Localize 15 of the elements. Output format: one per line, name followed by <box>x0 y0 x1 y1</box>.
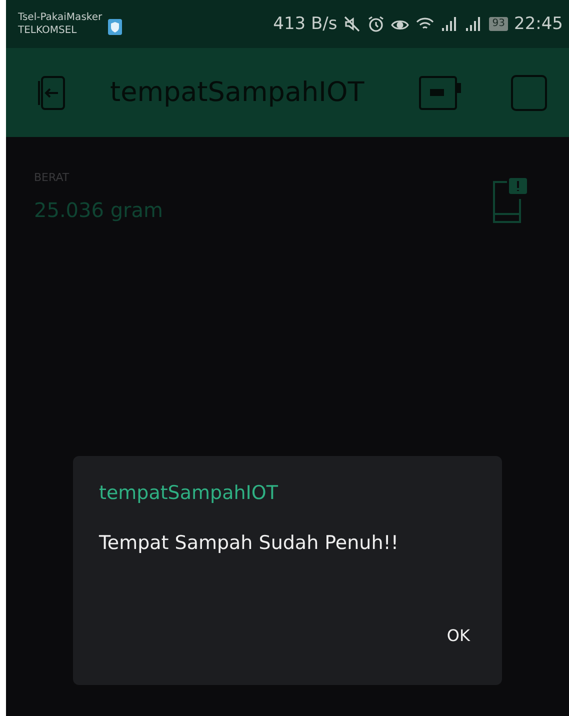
square-icon[interactable] <box>511 74 547 110</box>
shield-icon <box>108 19 122 35</box>
dialog-message: Tempat Sampah Sudah Penuh!! <box>99 532 400 554</box>
dialog-title: tempatSampahIOT <box>99 482 279 504</box>
alarm-icon <box>367 15 386 33</box>
battery-level: 93 <box>489 17 508 31</box>
ok-button[interactable]: OK <box>438 622 478 649</box>
weight-value: 25.036 gram <box>34 198 163 222</box>
device-icon[interactable] <box>419 76 461 110</box>
mute-icon <box>343 15 362 33</box>
phone-notification-icon <box>491 177 529 223</box>
carrier-name: Tsel-PakaiMasker <box>18 11 102 24</box>
network-speed: 413 B/s <box>273 14 338 34</box>
carrier-name: TELKOMSEL <box>18 24 78 37</box>
clock: 22:45 <box>514 14 563 34</box>
